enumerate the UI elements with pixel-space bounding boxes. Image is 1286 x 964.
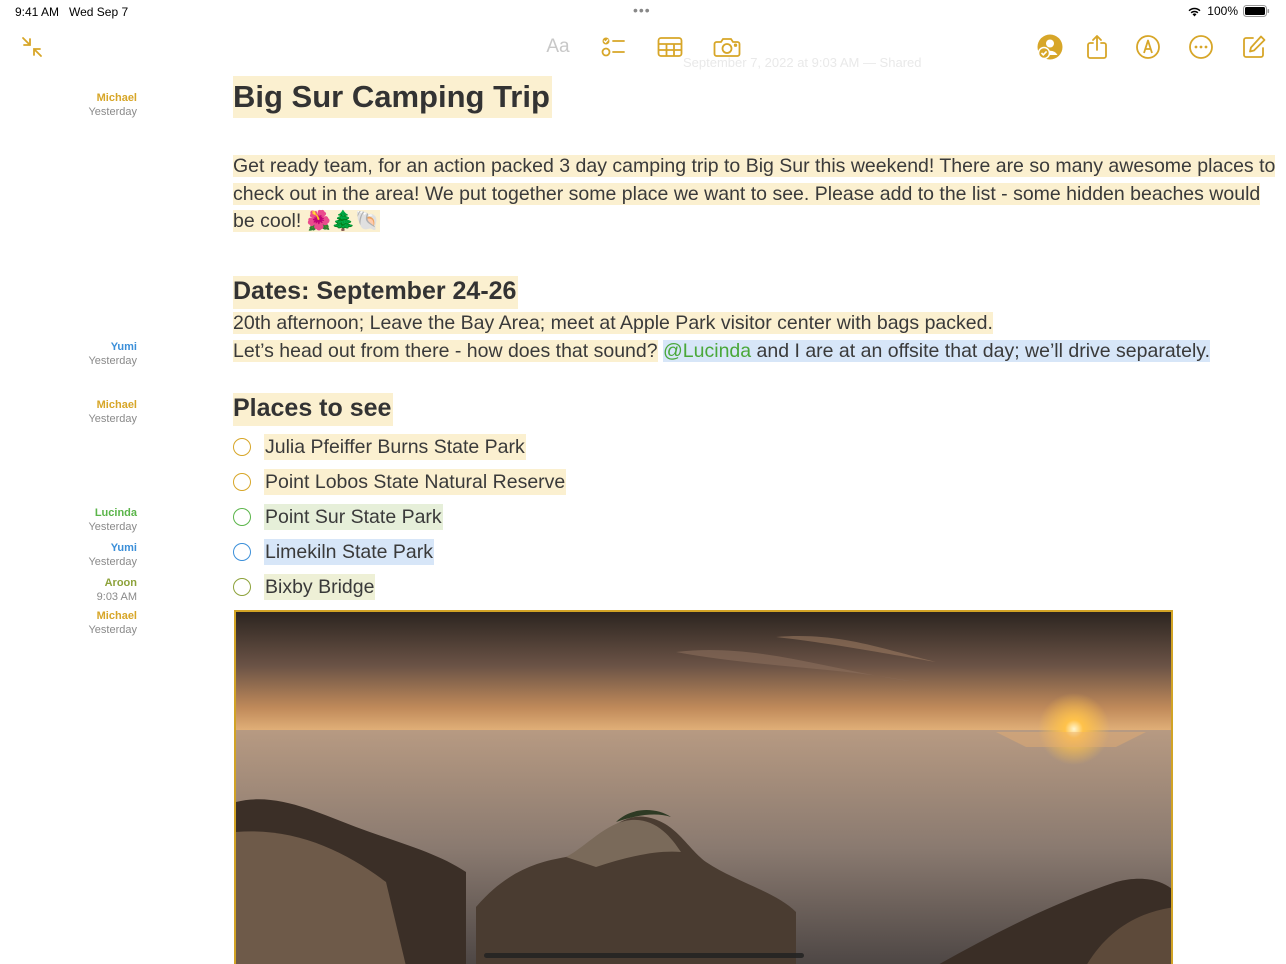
battery-percent: 100%	[1207, 4, 1238, 18]
note-body[interactable]: Big Sur Camping Trip Get ready team, for…	[233, 76, 1286, 605]
author-time: Yesterday	[88, 556, 137, 568]
author-attribution: Lucinda Yesterday	[88, 506, 137, 534]
author-name: Michael	[96, 92, 137, 104]
checklist-item-label[interactable]: Limekiln State Park	[264, 539, 434, 565]
author-attribution: Michael Yesterday	[88, 609, 137, 637]
checklist-item: Julia Pfeiffer Burns State Park	[233, 430, 1286, 465]
author-attribution: Yumi Yesterday	[88, 541, 137, 569]
compose-icon[interactable]	[1240, 33, 1268, 61]
reply-text[interactable]: and I are at an offsite that day; we’ll …	[751, 340, 1210, 362]
note-title[interactable]: Big Sur Camping Trip	[233, 76, 552, 118]
author-attribution: Aroon 9:03 AM	[97, 576, 137, 604]
author-attribution: Yumi Yesterday	[88, 340, 137, 368]
dates-line-2[interactable]: Let’s head out from there - how does tha…	[233, 337, 1286, 365]
author-name: Aroon	[104, 577, 137, 589]
dates-line-2-text[interactable]: Let’s head out from there - how does tha…	[233, 339, 658, 362]
status-right: 100%	[1187, 4, 1270, 18]
collapse-icon[interactable]	[18, 33, 46, 61]
format-button[interactable]: Aa	[544, 33, 572, 61]
author-time: Yesterday	[88, 106, 137, 118]
multitasking-dots-icon[interactable]: •••	[633, 2, 651, 18]
checkbox-circle-icon[interactable]	[233, 543, 251, 561]
collaborate-icon[interactable]	[1036, 33, 1064, 61]
checklist-item: Bixby Bridge	[233, 570, 1286, 605]
checklist-item: Point Lobos State Natural Reserve	[233, 465, 1286, 500]
checklist-item-label[interactable]: Julia Pfeiffer Burns State Park	[264, 434, 526, 460]
places-checklist: Julia Pfeiffer Burns State Park Point Lo…	[233, 430, 1286, 605]
author-time: Yesterday	[88, 355, 137, 367]
status-time: 9:41 AM	[15, 5, 60, 19]
reply-highlight[interactable]: @Lucinda and I are at an offsite that da…	[663, 339, 1210, 362]
dates-line-1[interactable]: 20th afternoon; Leave the Bay Area; meet…	[233, 309, 1286, 337]
checklist-item-label[interactable]: Point Sur State Park	[264, 504, 443, 530]
author-attribution: Michael Yesterday	[88, 91, 137, 119]
author-name: Lucinda	[94, 507, 137, 519]
dates-line-1-text[interactable]: 20th afternoon; Leave the Bay Area; meet…	[233, 311, 993, 334]
checklist-item-label[interactable]: Bixby Bridge	[264, 574, 376, 600]
checklist-icon[interactable]	[599, 33, 627, 61]
sunset-coast-image	[236, 612, 1171, 964]
places-heading[interactable]: Places to see	[233, 392, 394, 426]
more-icon[interactable]	[1187, 33, 1215, 61]
markup-icon[interactable]	[1134, 33, 1162, 61]
checklist-item-label[interactable]: Point Lobos State Natural Reserve	[264, 469, 567, 495]
author-name: Yumi	[110, 341, 137, 353]
status-bar: 9:41 AM Wed Sep 7 ••• 100%	[0, 0, 1286, 24]
wifi-icon	[1187, 6, 1202, 17]
checkbox-circle-icon[interactable]	[233, 438, 251, 456]
photo-attachment[interactable]	[234, 610, 1173, 964]
checkbox-circle-icon[interactable]	[233, 508, 251, 526]
checkbox-circle-icon[interactable]	[233, 473, 251, 491]
mention-lucinda[interactable]: @Lucinda	[663, 340, 751, 362]
author-attribution: Michael Yesterday	[88, 398, 137, 426]
intro-paragraph[interactable]: Get ready team, for an action packed 3 d…	[233, 153, 1286, 236]
table-icon[interactable]	[656, 33, 684, 61]
author-time: Yesterday	[88, 624, 137, 636]
intro-text[interactable]: Get ready team, for an action packed 3 d…	[233, 155, 1276, 232]
author-time: 9:03 AM	[96, 591, 137, 603]
status-date: Wed Sep 7	[69, 5, 129, 19]
author-name: Michael	[96, 610, 137, 622]
home-indicator	[484, 953, 804, 958]
checklist-item: Point Sur State Park	[233, 500, 1286, 535]
camera-icon[interactable]	[713, 33, 741, 61]
author-time: Yesterday	[88, 413, 137, 425]
checkbox-circle-icon[interactable]	[233, 578, 251, 596]
checklist-item: Limekiln State Park	[233, 535, 1286, 570]
author-time: Yesterday	[88, 521, 137, 533]
author-name: Michael	[96, 399, 137, 411]
author-name: Yumi	[110, 542, 137, 554]
battery-icon	[1243, 5, 1270, 17]
dates-heading[interactable]: Dates: September 24-26	[233, 275, 519, 309]
share-icon[interactable]	[1083, 33, 1111, 61]
